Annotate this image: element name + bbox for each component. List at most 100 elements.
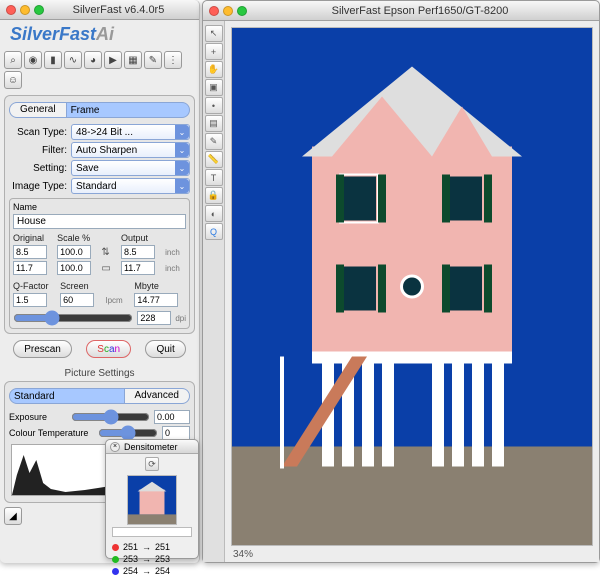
histogram-toggle-icon[interactable]: ◢ <box>4 507 22 525</box>
resolution-slider[interactable] <box>13 312 133 324</box>
hand-tool-icon[interactable]: ✋ <box>205 61 223 78</box>
preview-window-title: SilverFast Epson Perf1650/GT-8200 <box>247 5 593 17</box>
color-picker-icon[interactable]: ◉ <box>24 51 42 69</box>
chevron-down-icon: ⌄ <box>175 143 189 157</box>
width-unit: inch <box>165 248 186 257</box>
height-scale-field[interactable] <box>57 261 91 275</box>
image-type-select[interactable]: Standard⌄ <box>71 178 190 194</box>
densi-refresh-icon[interactable]: ⟳ <box>145 457 159 471</box>
tab-advanced[interactable]: Advanced <box>125 388 190 404</box>
output-header: Output <box>121 233 161 243</box>
dpi-unit: dpi <box>175 314 186 323</box>
lock-icon[interactable]: ⇅ <box>101 247 117 258</box>
densitometer-title: Densitometer <box>124 442 178 452</box>
name-input[interactable] <box>13 214 186 229</box>
original-header: Original <box>13 233 53 243</box>
filter-select[interactable]: Auto Sharpen⌄ <box>71 142 190 158</box>
chevron-down-icon: ⌄ <box>175 161 189 175</box>
chevron-down-icon: ⌄ <box>175 179 189 193</box>
screen-field[interactable] <box>60 293 94 307</box>
exposure-slider[interactable] <box>71 411 150 423</box>
expert-icon[interactable]: ⋮ <box>164 51 182 69</box>
width-output-field[interactable] <box>121 245 155 259</box>
scan-preview-canvas[interactable] <box>231 27 593 546</box>
height-unit: inch <box>165 264 186 273</box>
layers-icon[interactable]: ▤ <box>205 115 223 132</box>
setting-label: Setting: <box>9 163 67 174</box>
brand-logo: SilverFastAi <box>0 20 199 51</box>
control-window-title: SilverFast v6.4.0r5 <box>44 4 193 16</box>
palette-icon[interactable]: ▶ <box>104 51 122 69</box>
filter-label: Filter: <box>9 145 67 156</box>
scan-type-select[interactable]: 48->24 Bit ...⌄ <box>71 124 190 140</box>
lock-tool-icon[interactable]: 🔒 <box>205 187 223 204</box>
colour-temp-field[interactable] <box>162 426 190 440</box>
exposure-field[interactable] <box>154 410 190 424</box>
mask-tool-icon[interactable]: ◐ <box>205 205 223 222</box>
ruler-icon[interactable]: 📏 <box>205 151 223 168</box>
autocolor-icon[interactable]: ▦ <box>124 51 142 69</box>
add-frame-icon[interactable]: + <box>205 43 223 60</box>
red-channel-icon <box>112 544 119 551</box>
color-wheel-icon[interactable]: ◕ <box>84 51 102 69</box>
text-tool-icon[interactable]: T <box>205 169 223 186</box>
width-scale-field[interactable] <box>57 245 91 259</box>
screen-unit: lpcm <box>106 296 131 305</box>
scan-button[interactable]: Scan <box>86 340 131 358</box>
window-zoom-icon[interactable] <box>237 6 247 16</box>
densitometer-titlebar[interactable]: × Densitometer <box>106 440 198 454</box>
qfactor-field[interactable] <box>13 293 47 307</box>
green-channel-icon <box>112 556 119 563</box>
setting-select[interactable]: Save⌄ <box>71 160 190 176</box>
qfactor-label: Q-Factor <box>13 281 56 291</box>
quit-button[interactable]: Quit <box>145 340 185 358</box>
window-zoom-icon[interactable] <box>34 5 44 15</box>
vertical-toolbar: ↖ + ✋ ▣ • ▤ ✎ 📏 T 🔒 ◐ Q <box>203 21 225 562</box>
colour-temp-slider[interactable] <box>98 427 158 439</box>
zoom-level: 34% <box>233 549 253 560</box>
window-close-icon[interactable] <box>6 5 16 15</box>
height-original-field[interactable] <box>13 261 47 275</box>
dpi-field[interactable] <box>137 311 171 325</box>
eyedropper-icon[interactable]: ✎ <box>205 133 223 150</box>
exposure-label: Exposure <box>9 412 67 422</box>
frame-panel: General Frame Scan Type: 48->24 Bit ...⌄… <box>4 95 195 334</box>
loupe-icon[interactable]: ⌕ <box>4 51 22 69</box>
prescan-button[interactable]: Prescan <box>13 340 72 358</box>
tab-general[interactable]: General <box>9 102 67 118</box>
preview-titlebar[interactable]: SilverFast Epson Perf1650/GT-8200 <box>203 1 599 21</box>
zoom-tool-icon[interactable]: Q <box>205 223 223 240</box>
height-output-field[interactable] <box>121 261 155 275</box>
colour-temp-label: Colour Temperature <box>9 428 94 438</box>
scale-header: Scale % <box>57 233 97 243</box>
window-minimize-icon[interactable] <box>223 6 233 16</box>
tab-frame[interactable]: Frame <box>67 102 190 118</box>
scan-type-label: Scan Type: <box>9 127 67 138</box>
crop-tool-icon[interactable]: ▣ <box>205 79 223 96</box>
chevron-down-icon: ⌄ <box>175 125 189 139</box>
window-minimize-icon[interactable] <box>20 5 30 15</box>
mbyte-field[interactable] <box>134 293 178 307</box>
width-original-field[interactable] <box>13 245 47 259</box>
control-titlebar[interactable]: SilverFast v6.4.0r5 <box>0 0 199 20</box>
screen-label: Screen <box>60 281 102 291</box>
red-value-2: 251 <box>155 542 170 552</box>
pointer-tool-icon[interactable]: ↖ <box>205 25 223 42</box>
window-close-icon[interactable] <box>209 6 219 16</box>
marker-tool-icon[interactable]: • <box>205 97 223 114</box>
densitometer-thumbnail <box>127 475 177 525</box>
tool-icon-row: ⌕ ◉ ▮ ∿ ◕ ▶ ▦ ✎ ⋮ ☺ <box>0 51 199 93</box>
person-icon[interactable]: ☺ <box>4 71 22 89</box>
pencil-icon[interactable]: ✎ <box>144 51 162 69</box>
blue-value-1: 254 <box>123 566 138 576</box>
close-icon[interactable]: × <box>110 442 120 452</box>
red-value-1: 251 <box>123 542 138 552</box>
densitometer-strip <box>112 527 192 537</box>
proportional-icon[interactable]: ▭ <box>101 263 117 274</box>
blue-channel-icon <box>112 568 119 575</box>
histogram-icon[interactable]: ▮ <box>44 51 62 69</box>
image-type-label: Image Type: <box>9 181 67 192</box>
tab-standard[interactable]: Standard <box>9 388 125 404</box>
mbyte-label: Mbyte <box>134 281 186 291</box>
curves-icon[interactable]: ∿ <box>64 51 82 69</box>
